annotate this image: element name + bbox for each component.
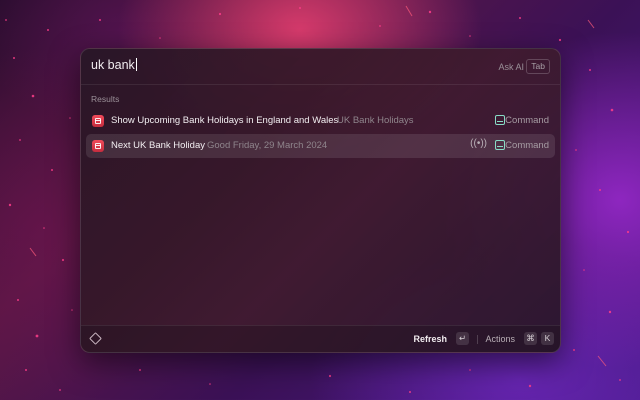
result-subtitle: Good Friday, 29 March 2024 (207, 140, 328, 151)
result-item-next-uk-bank-holiday[interactable]: Next UK Bank Holiday Good Friday, 29 Mar… (86, 134, 555, 158)
action-bar: Refresh ↵ Actions ⌘ K (81, 325, 560, 352)
actions-button[interactable]: Actions (485, 334, 515, 344)
ask-ai-button[interactable]: Ask AI (498, 62, 524, 72)
result-subtitle: UK Bank Holidays (337, 115, 414, 126)
text-caret (135, 58, 137, 71)
result-item-upcoming-bank-holidays[interactable]: Show Upcoming Bank Holidays in England a… (86, 109, 555, 133)
refresh-action[interactable]: Refresh (413, 334, 447, 344)
k-key-hint: K (541, 332, 554, 345)
calendar-icon (92, 140, 104, 152)
launcher-window: uk bank Ask AI Tab Results Show Upcoming… (80, 48, 561, 353)
return-key-hint: ↵ (456, 332, 469, 345)
search-bar: uk bank Ask AI Tab (81, 49, 560, 85)
command-icon (495, 140, 505, 150)
search-query: uk bank (91, 58, 135, 72)
command-icon (495, 115, 505, 125)
search-input[interactable]: uk bank (91, 58, 137, 72)
tab-key-hint: Tab (526, 59, 550, 74)
live-broadcast-icon: ((•)) (470, 138, 487, 149)
raycast-logo-icon[interactable] (89, 332, 102, 345)
result-title: Show Upcoming Bank Holidays in England a… (111, 115, 339, 126)
results-section-label: Results (91, 94, 120, 104)
command-key-hint: ⌘ (524, 332, 537, 345)
calendar-icon (92, 115, 104, 127)
result-type-label: Command (505, 140, 549, 151)
result-type-label: Command (505, 115, 549, 126)
footer-divider (477, 335, 478, 344)
result-title: Next UK Bank Holiday (111, 140, 205, 151)
